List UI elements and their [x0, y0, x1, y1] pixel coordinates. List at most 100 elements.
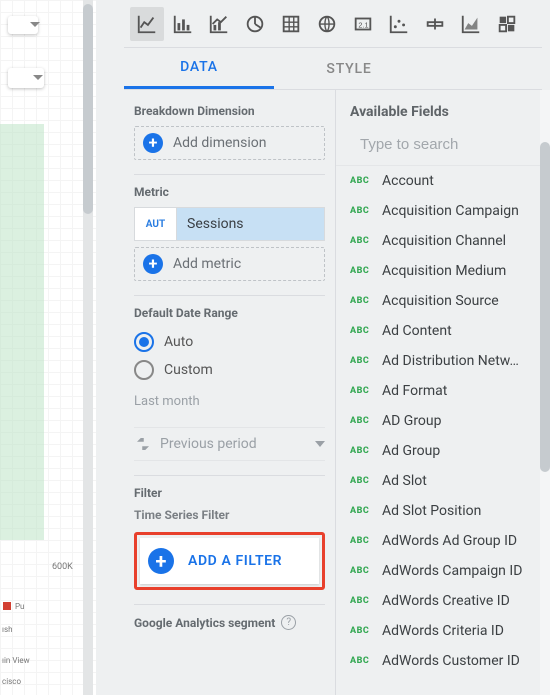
field-name: Ad Content: [382, 323, 452, 339]
field-row[interactable]: ABC Ad Format: [336, 376, 542, 406]
field-row[interactable]: ABCAcquisition Campaign: [336, 196, 542, 226]
add-filter-button[interactable]: + ADD A FILTER: [140, 538, 319, 584]
field-name: Ad Slot Position: [382, 503, 481, 519]
editor-scrollbar-thumb[interactable]: [540, 142, 550, 472]
divider: [134, 295, 325, 296]
radio-label-auto: Auto: [164, 334, 193, 350]
field-list: ABCAccountABCAcquisition CampaignABCAcqu…: [336, 166, 542, 676]
field-name: Acquisition Campaign: [382, 203, 519, 219]
field-row[interactable]: ABC AdWords Creative ID: [336, 586, 542, 616]
field-name: Ad Distribution Netw…: [382, 353, 519, 369]
field-type-abc-icon: ABC: [350, 356, 372, 366]
line-chart-icon: [136, 13, 158, 35]
field-name: AdWords Criteria ID: [382, 623, 504, 639]
canvas-green-region: [0, 124, 44, 540]
add-metric-button[interactable]: + Add metric: [134, 247, 325, 281]
svg-text:2.1: 2.1: [358, 20, 368, 29]
properties-panel: Breakdown Dimension + Add dimension Metr…: [124, 90, 336, 695]
field-row[interactable]: ABC AdWords Criteria ID: [336, 616, 542, 646]
field-type-abc-icon: ABC: [350, 296, 372, 306]
field-name: Acquisition Channel: [382, 233, 506, 249]
legend-swatch-red: [3, 602, 11, 610]
canvas-scrollbar-thumb[interactable]: [83, 4, 93, 214]
chart-type-bullet-button[interactable]: [418, 7, 452, 41]
field-name: AdWords Ad Group ID: [382, 533, 517, 549]
area-chart-icon: [460, 13, 482, 35]
legend-text: ısh: [2, 625, 13, 634]
field-type-abc-icon: ABC: [350, 266, 372, 276]
field-type-abc-icon: ABC: [350, 566, 372, 576]
field-type-abc-icon: ABC: [350, 386, 372, 396]
add-dimension-label: Add dimension: [173, 135, 266, 151]
editor-scrollbar-track: [540, 90, 550, 695]
pie-chart-icon: [244, 13, 266, 35]
tab-style[interactable]: STYLE: [274, 48, 424, 89]
chart-type-table-button[interactable]: [274, 7, 308, 41]
field-name: AdWords Customer ID: [382, 653, 520, 669]
field-name: AD Group: [382, 413, 442, 429]
chevron-down-icon: [315, 441, 325, 447]
field-type-abc-icon: ABC: [350, 476, 372, 486]
field-name: AdWords Creative ID: [382, 593, 510, 609]
field-name: Ad Format: [382, 383, 447, 399]
field-type-abc-icon: ABC: [350, 176, 372, 186]
section-ga-segment: Google Analytics segment: [134, 616, 275, 630]
field-row[interactable]: ABC AD Group: [336, 406, 542, 436]
radio-unselected-icon: [134, 360, 154, 380]
section-default-date-range: Default Date Range: [134, 306, 325, 320]
field-row[interactable]: ABC Ad Distribution Netw…: [336, 346, 542, 376]
chart-type-bar-button[interactable]: [166, 7, 200, 41]
chart-type-pivot-button[interactable]: [490, 7, 524, 41]
field-row[interactable]: ABC AdWords Ad Group ID: [336, 526, 542, 556]
date-range-custom-radio[interactable]: Custom: [134, 356, 325, 384]
chart-type-pie-button[interactable]: [238, 7, 272, 41]
chevron-down-icon: [33, 75, 43, 80]
table-icon: [280, 13, 302, 35]
scorecard-icon: 2.1: [352, 13, 374, 35]
comparison-period-dropdown[interactable]: Previous period: [134, 427, 325, 461]
field-row[interactable]: ABC Acquisition Medium: [336, 256, 542, 286]
field-name: Ad Slot: [382, 473, 427, 489]
legend-text: Pu: [15, 602, 24, 611]
field-type-abc-icon: ABC: [350, 656, 372, 666]
field-row[interactable]: ABC AdWords Customer ID: [336, 646, 542, 676]
chart-type-line-button[interactable]: [130, 7, 164, 41]
field-name: Account: [382, 173, 434, 189]
plus-icon: +: [143, 254, 163, 274]
panel-gutter: [108, 0, 124, 695]
add-metric-label: Add metric: [173, 256, 241, 272]
metric-chip-sessions[interactable]: AUT Sessions: [134, 207, 325, 241]
add-dimension-button[interactable]: + Add dimension: [134, 126, 325, 160]
chart-type-toolbar: 2.1: [124, 0, 542, 48]
chart-type-scatter-button[interactable]: [382, 7, 416, 41]
field-type-abc-icon: ABC: [350, 596, 372, 606]
field-row[interactable]: ABCAcquisition Channel: [336, 226, 542, 256]
field-type-abc-icon: ABC: [350, 506, 372, 516]
field-type-abc-icon: ABC: [350, 416, 372, 426]
tab-data[interactable]: DATA: [124, 48, 274, 89]
field-row[interactable]: ABCAd Group: [336, 436, 542, 466]
section-filter: Filter: [134, 486, 325, 500]
help-icon[interactable]: ?: [281, 615, 296, 630]
axis-tick-600k: 600K: [52, 562, 73, 572]
field-type-abc-icon: ABC: [350, 626, 372, 636]
field-row[interactable]: ABCAcquisition Source: [336, 286, 542, 316]
field-row[interactable]: ABC Ad Slot Position: [336, 496, 542, 526]
chart-type-area-button[interactable]: [454, 7, 488, 41]
chart-type-geo-button[interactable]: [310, 7, 344, 41]
add-filter-label: ADD A FILTER: [188, 553, 282, 569]
combo-chart-icon: [208, 13, 230, 35]
scatter-chart-icon: [388, 13, 410, 35]
fields-search-row: [336, 130, 542, 166]
legend-text: cisco: [2, 677, 21, 686]
date-range-auto-radio[interactable]: Auto: [134, 328, 325, 356]
chart-type-combo-button[interactable]: [202, 7, 236, 41]
field-name: Acquisition Medium: [382, 263, 506, 279]
field-row[interactable]: ABC Account: [336, 166, 542, 196]
field-row[interactable]: ABCAdWords Campaign ID: [336, 556, 542, 586]
field-row[interactable]: ABC Ad Slot: [336, 466, 542, 496]
field-row[interactable]: ABCAd Content: [336, 316, 542, 346]
fields-search-input[interactable]: [358, 135, 550, 154]
field-type-abc-icon: ABC: [350, 536, 372, 546]
chart-type-scorecard-button[interactable]: 2.1: [346, 7, 380, 41]
